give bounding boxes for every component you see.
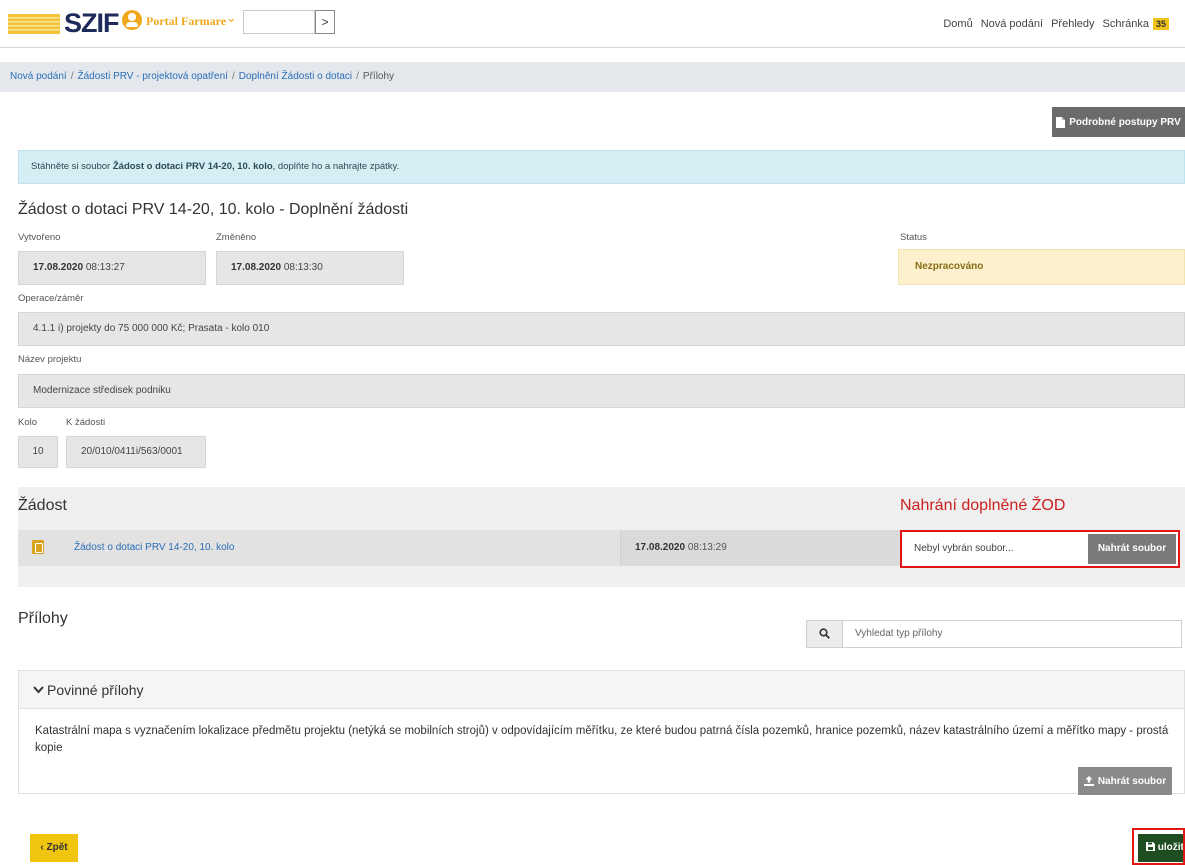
breadcrumb-separator: / <box>70 71 74 82</box>
breadcrumb-separator: / <box>356 71 359 82</box>
project-name-field: Modernizace středisek podniku <box>18 374 1185 408</box>
nav-nova-podani[interactable]: Nová podání <box>981 18 1043 30</box>
portal-menu-label[interactable]: Portal Farmare <box>146 14 226 29</box>
page-title: Žádost o dotaci PRV 14-20, 10. kolo - Do… <box>18 201 409 218</box>
upload-highlight-box: Nebyl vybrán soubor... Nahrát soubor <box>900 530 1180 568</box>
attachment-search[interactable]: Vyhledat typ přílohy <box>806 620 1182 648</box>
upload-attachment-button[interactable]: Nahrát soubor <box>1078 767 1172 795</box>
created-time: 08:13:27 <box>85 262 125 273</box>
file-input[interactable]: Nebyl vybrán soubor... <box>904 534 1090 564</box>
pdf-icon <box>32 540 44 554</box>
breadcrumb-zadosti-prv[interactable]: Žádosti PRV - projektová opatření <box>78 71 228 82</box>
user-circle-icon[interactable] <box>122 10 142 30</box>
save-button[interactable]: uložit <box>1138 834 1184 862</box>
top-search-go-button[interactable]: > <box>315 10 335 34</box>
created-label: Vytvořeno <box>18 232 61 243</box>
zadost-file-row: Žádost o dotaci PRV 14-20, 10. kolo 17.0… <box>18 530 916 566</box>
changed-time: 08:13:30 <box>283 262 323 273</box>
chevron-left-icon: ‹ <box>40 842 44 853</box>
file-time: 08:13:29 <box>687 542 727 553</box>
procedures-button-label: Podrobné postupy PRV <box>1069 116 1181 128</box>
nav-schranka[interactable]: Schránka <box>1103 18 1149 30</box>
upload-zadost-button[interactable]: Nahrát soubor <box>1088 534 1176 564</box>
upload-heading: Nahrání doplněné ŽOD <box>900 497 1066 514</box>
back-button[interactable]: ‹ Zpět <box>30 834 78 862</box>
project-name-label: Název projektu <box>18 354 82 365</box>
created-field: 17.08.2020 08:13:27 <box>18 251 206 285</box>
zadost-file-link[interactable]: Žádost o dotaci PRV 14-20, 10. kolo <box>74 530 234 566</box>
breadcrumb-separator: / <box>231 71 235 82</box>
top-bar: SZIF Portal Farmare ⌄ > Domů Nová podání… <box>0 0 1185 48</box>
nav-domu[interactable]: Domů <box>943 18 972 30</box>
created-date: 17.08.2020 <box>33 262 84 273</box>
attachment-description: Katastrální mapa s vyznačením lokalizace… <box>35 725 1169 754</box>
procedures-button[interactable]: Podrobné postupy PRV <box>1052 107 1185 137</box>
file-date: 17.08.2020 <box>635 542 686 553</box>
save-button-label: uložit <box>1157 842 1184 853</box>
prilohy-title: Přílohy <box>18 610 68 627</box>
upload-icon <box>1083 776 1094 786</box>
szif-logo[interactable]: SZIF <box>64 8 119 39</box>
ref-label: K žádosti <box>66 417 106 428</box>
chevron-down-icon[interactable]: ⌄ <box>226 10 237 26</box>
panel-title[interactable]: Povinné přílohy <box>47 682 144 698</box>
inbox-count-badge[interactable]: 35 <box>1152 18 1169 30</box>
save-highlight-box: uložit <box>1132 828 1185 865</box>
povinne-prilohy-panel: Povinné přílohy Katastrální mapa s vyzna… <box>18 670 1185 795</box>
floppy-disk-icon <box>1146 842 1155 851</box>
upload-attachment-label: Nahrát soubor <box>1097 775 1167 787</box>
operation-field: 4.1.1 i) projekty do 75 000 000 Kč; Pras… <box>18 312 1185 346</box>
top-nav: Domů Nová podání Přehledy Schránka 35 <box>943 18 1169 30</box>
zadost-title: Žádost <box>18 497 67 514</box>
operation-label: Operace/záměr <box>18 293 84 304</box>
szif-logo-stripes-icon <box>8 14 60 34</box>
zadost-file-date: 17.08.2020 08:13:29 <box>620 530 916 566</box>
nav-prehledy[interactable]: Přehledy <box>1051 18 1094 30</box>
panel-header[interactable]: Povinné přílohy <box>19 671 1184 709</box>
breadcrumb: Nová podání / Žádosti PRV - projektová opa… <box>0 62 1185 92</box>
search-addon[interactable] <box>807 621 843 647</box>
round-field: 10 <box>18 436 58 468</box>
info-file-name: Žádost o dotaci PRV 14-20, 10. kolo <box>112 161 273 172</box>
ref-field: 20/010/0411i/563/0001 <box>66 436 206 468</box>
round-label: Kolo <box>18 417 38 428</box>
document-icon <box>1056 116 1066 128</box>
chevron-down-icon[interactable] <box>33 686 44 694</box>
breadcrumb-nova-podani[interactable]: Nová podání <box>10 71 67 82</box>
changed-date: 17.08.2020 <box>231 262 282 273</box>
changed-field: 17.08.2020 08:13:30 <box>216 251 404 285</box>
info-message: Stáhněte si soubor Žádost o dotaci PRV 1… <box>18 150 1185 184</box>
info-suffix: , doplňte ho a nahrajte zpátky. <box>272 161 400 172</box>
changed-label: Změněno <box>216 232 257 243</box>
back-button-label: Zpět <box>46 842 68 853</box>
breadcrumb-current: Přílohy <box>362 71 395 82</box>
search-icon <box>819 628 830 639</box>
breadcrumb-doplneni[interactable]: Doplnění Žádosti o dotaci <box>239 71 352 82</box>
status-label: Status <box>900 232 927 243</box>
info-prefix: Stáhněte si soubor <box>31 161 113 172</box>
search-input[interactable]: Vyhledat typ přílohy <box>855 621 942 647</box>
top-search-input[interactable] <box>243 10 315 34</box>
status-badge: Nezpracováno <box>898 249 1185 285</box>
